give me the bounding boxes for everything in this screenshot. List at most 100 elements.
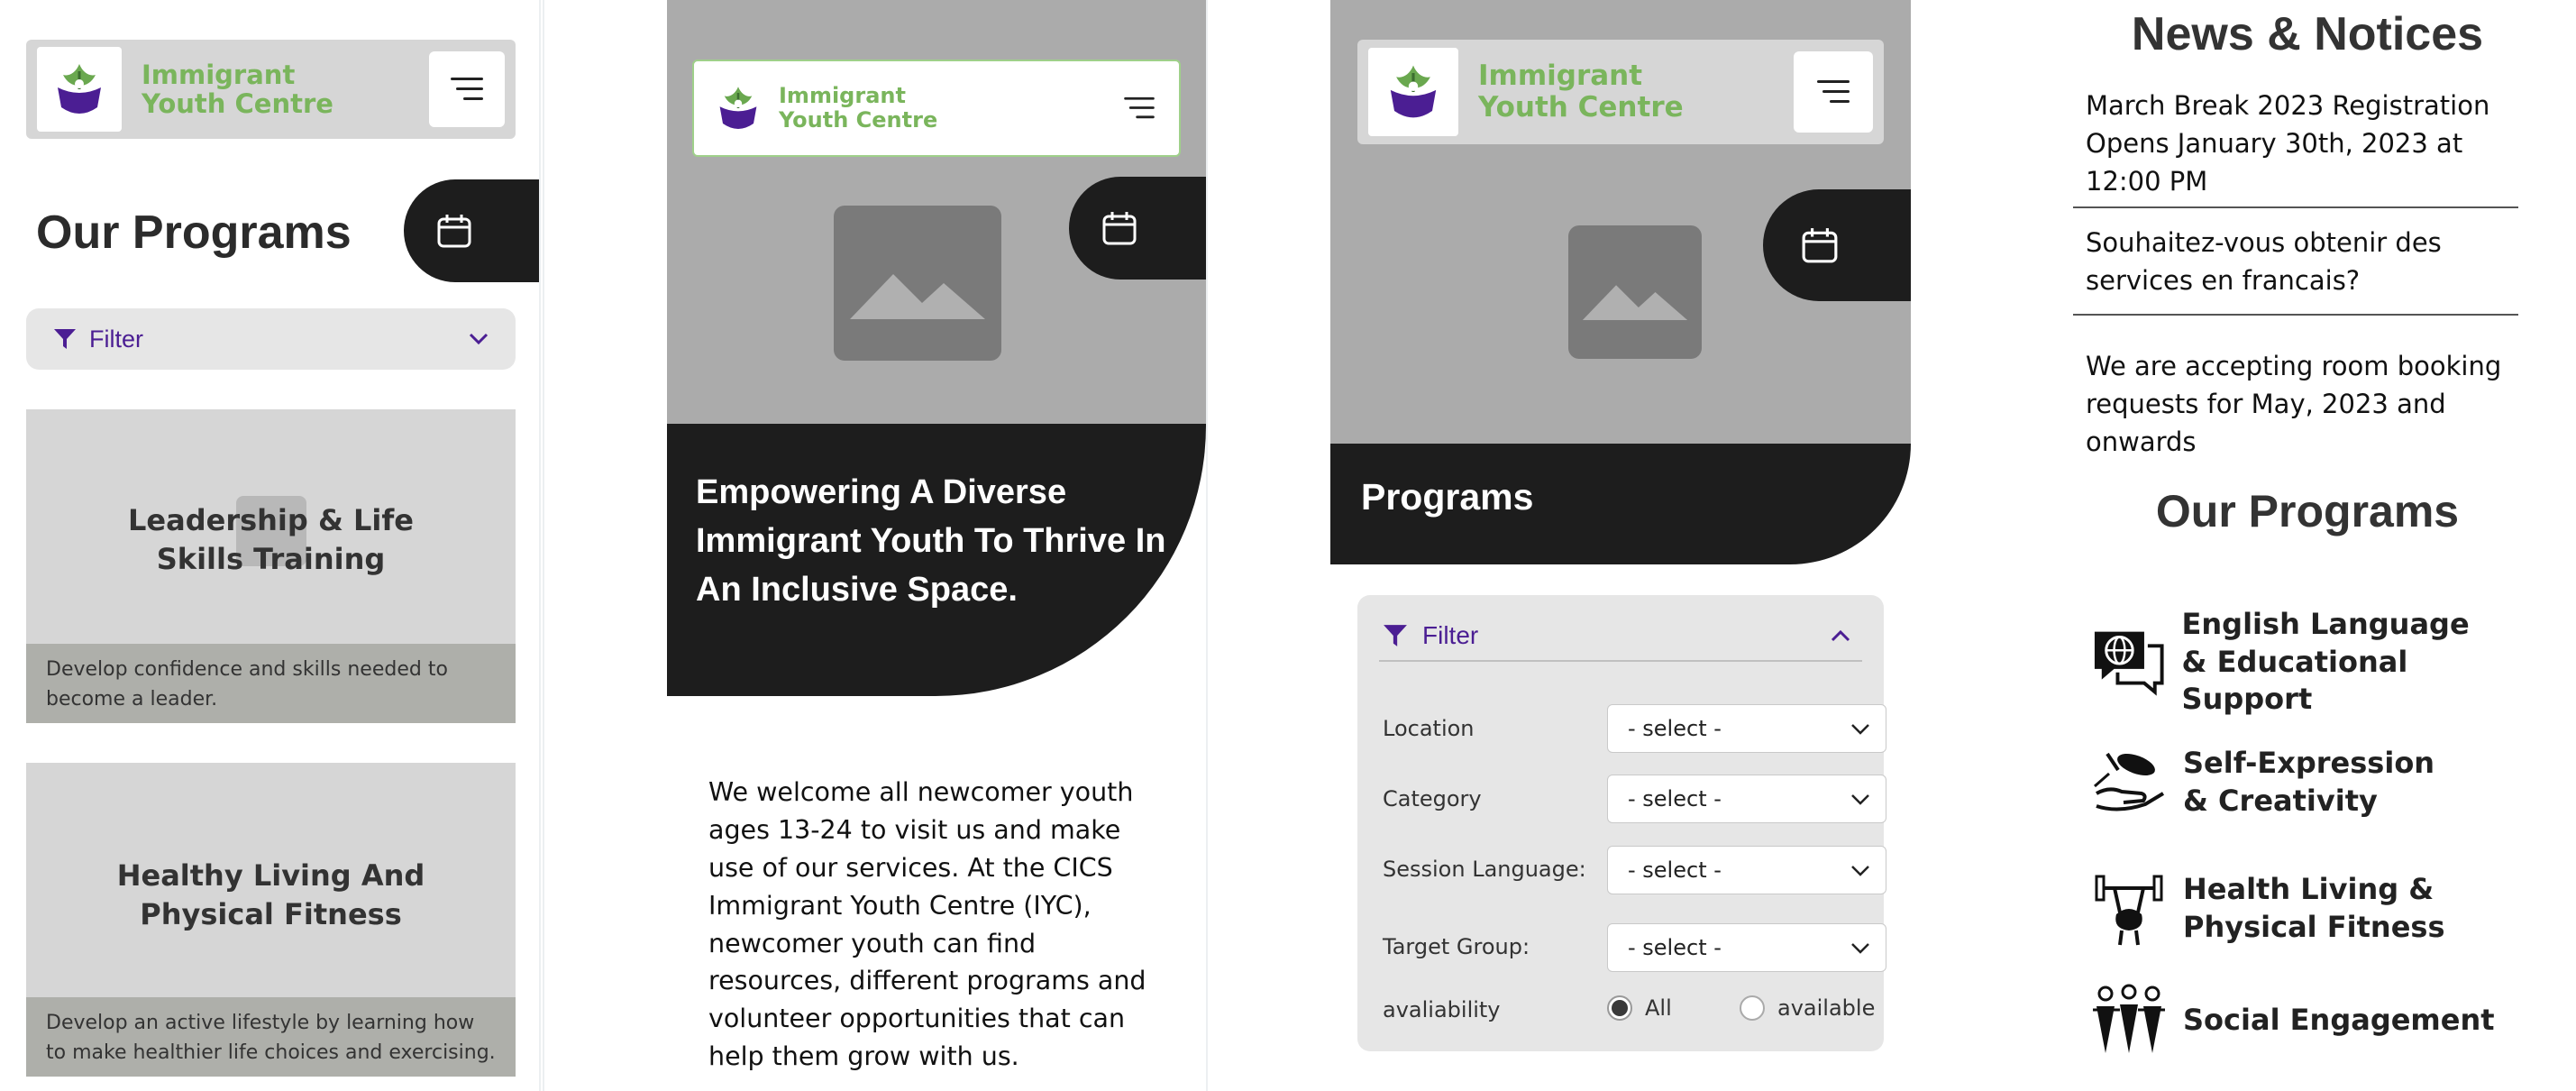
filter-icon: [54, 329, 76, 349]
program-link-label: English Language & Educational Support: [2182, 606, 2542, 719]
news-divider: [2073, 314, 2518, 316]
site-header: Immigrant Youth Centre: [692, 60, 1181, 157]
calendar-button[interactable]: [1069, 177, 1206, 280]
program-line-2: & Educational Support: [2181, 644, 2408, 717]
intro-text: We welcome all newcomer youth ages 13-24…: [708, 777, 1146, 1072]
image-placeholder-icon: [1568, 225, 1702, 359]
site-header: Immigrant Youth Centre: [1357, 40, 1884, 144]
program-card[interactable]: Leadership & Life Skills Training Develo…: [26, 409, 516, 723]
program-link-self-expression[interactable]: Self-Expression & Creativity: [2091, 745, 2434, 820]
brand-name: Immigrant Youth Centre: [779, 84, 937, 133]
calendar-icon: [437, 215, 471, 248]
news-item[interactable]: Souhaitez-vous obtenir des services en f…: [2073, 224, 2542, 299]
radio-checked-icon: [1607, 995, 1632, 1021]
brand-line-1: Immigrant: [142, 59, 296, 90]
home-screen: Immigrant Youth Centre Empowering A Dive…: [667, 0, 1206, 1091]
menu-icon: [451, 78, 483, 100]
mountain-shape: [1582, 285, 1688, 320]
filter-bar[interactable]: Filter: [26, 308, 516, 370]
menu-button[interactable]: [429, 51, 505, 127]
brand-line-2: Youth Centre: [779, 107, 938, 133]
calendar-button[interactable]: [1763, 189, 1911, 301]
program-link-english[interactable]: English Language & Educational Support: [2091, 606, 2542, 719]
program-line-2: & Creativity: [2183, 783, 2378, 818]
programs-filter-screen: Immigrant Youth Centre Programs Filter L…: [1330, 0, 1911, 1091]
chevron-down-icon: [1851, 866, 1869, 876]
card-title: Healthy Living And Physical Fitness: [116, 858, 425, 932]
programs-title: Our Programs: [2155, 486, 2460, 536]
availability-all-label: All: [1645, 995, 1672, 1021]
filter-label: Filter: [1422, 621, 1479, 649]
hero-banner: Programs: [1330, 444, 1911, 564]
target-group-select[interactable]: - select -: [1607, 923, 1886, 972]
logo-icon: [1390, 65, 1437, 118]
chevron-up-icon: [1831, 629, 1850, 642]
news-divider: [2073, 206, 2518, 208]
chevron-down-icon: [1851, 724, 1869, 735]
filter-panel: Filter Location - select - Category - se…: [1357, 595, 1886, 1051]
language-chat-icon: [2094, 631, 2164, 696]
card-description: Develop confidence and skills needed to …: [26, 644, 516, 723]
logo[interactable]: [37, 47, 122, 132]
people-group-icon: [2093, 984, 2165, 1053]
filter-icon: [1384, 625, 1407, 646]
calendar-icon: [1102, 212, 1137, 245]
news-item[interactable]: March Break 2023 Registration Opens Janu…: [2073, 87, 2542, 200]
news-and-programs-screen: News & Notices March Break 2023 Registra…: [2073, 0, 2542, 1091]
menu-button[interactable]: [1112, 81, 1166, 135]
brand-line-1: Immigrant: [779, 83, 906, 109]
filter-toggle[interactable]: Filter: [1379, 611, 1862, 662]
calendar-icon: [1802, 228, 1838, 263]
category-select-value: - select -: [1628, 786, 1722, 811]
creativity-hand-icon: [2094, 752, 2165, 811]
logo-icon: [719, 87, 757, 129]
category-label: Category: [1383, 786, 1482, 811]
brand-line-2: Youth Centre: [1478, 91, 1684, 124]
page-title: Our Programs: [36, 206, 352, 259]
session-language-select[interactable]: - select -: [1607, 846, 1886, 894]
menu-icon: [1124, 96, 1155, 119]
panel-divider: [1206, 0, 1208, 1091]
program-link-health[interactable]: Health Living & Physical Fitness: [2091, 871, 2444, 947]
calendar-button[interactable]: [404, 179, 539, 282]
brand-line-1: Immigrant: [1478, 60, 1643, 93]
programs-list-screen: Immigrant Youth Centre Our Programs Filt…: [0, 0, 541, 1091]
program-link-social[interactable]: Social Engagement: [2091, 983, 2495, 1059]
location-label: Location: [1383, 716, 1475, 741]
card-description: Develop an active lifestyle by learning …: [26, 997, 516, 1077]
category-select[interactable]: - select -: [1607, 775, 1886, 823]
fitness-weights-icon: [2095, 875, 2163, 946]
logo-icon: [58, 64, 101, 114]
mountain-shape: [850, 274, 985, 319]
brand-name: Immigrant Youth Centre: [142, 59, 333, 119]
menu-button[interactable]: [1794, 51, 1873, 133]
program-link-label: Social Engagement: [2183, 1002, 2495, 1040]
target-group-select-value: - select -: [1628, 935, 1722, 960]
program-link-label: Self-Expression & Creativity: [2183, 745, 2434, 820]
chevron-down-icon: [1851, 943, 1869, 954]
menu-icon: [1817, 80, 1850, 103]
filter-label: Filter: [89, 325, 143, 353]
target-group-label: Target Group:: [1383, 934, 1530, 959]
program-line-2: Physical Fitness: [2183, 910, 2445, 944]
logo[interactable]: [707, 72, 770, 144]
panel-divider: [543, 0, 544, 1091]
news-item[interactable]: We are accepting room booking requests f…: [2073, 347, 2542, 461]
logo[interactable]: [1368, 48, 1458, 136]
program-line-1: Self-Expression: [2183, 746, 2435, 780]
brand-line-2: Youth Centre: [142, 88, 333, 119]
location-select[interactable]: - select -: [1607, 704, 1886, 753]
hero-title: Empowering A Diverse Immigrant Youth To …: [696, 473, 1166, 609]
radio-unchecked-icon: [1740, 995, 1765, 1021]
site-header: Immigrant Youth Centre: [26, 40, 516, 139]
program-line-1: Health Living &: [2183, 872, 2434, 907]
image-placeholder-icon: [834, 206, 1001, 361]
availability-available-label: available: [1777, 995, 1876, 1021]
program-line-1: Social Engagement: [2183, 1003, 2495, 1038]
availability-all-radio[interactable]: All: [1607, 995, 1672, 1021]
program-line-1: English Language: [2181, 607, 2470, 641]
availability-label: avaliability: [1383, 997, 1501, 1022]
program-card[interactable]: Healthy Living And Physical Fitness Deve…: [26, 763, 516, 1077]
card-title: Leadership & Life Skills Training: [128, 503, 414, 577]
availability-available-radio[interactable]: available: [1740, 995, 1875, 1021]
